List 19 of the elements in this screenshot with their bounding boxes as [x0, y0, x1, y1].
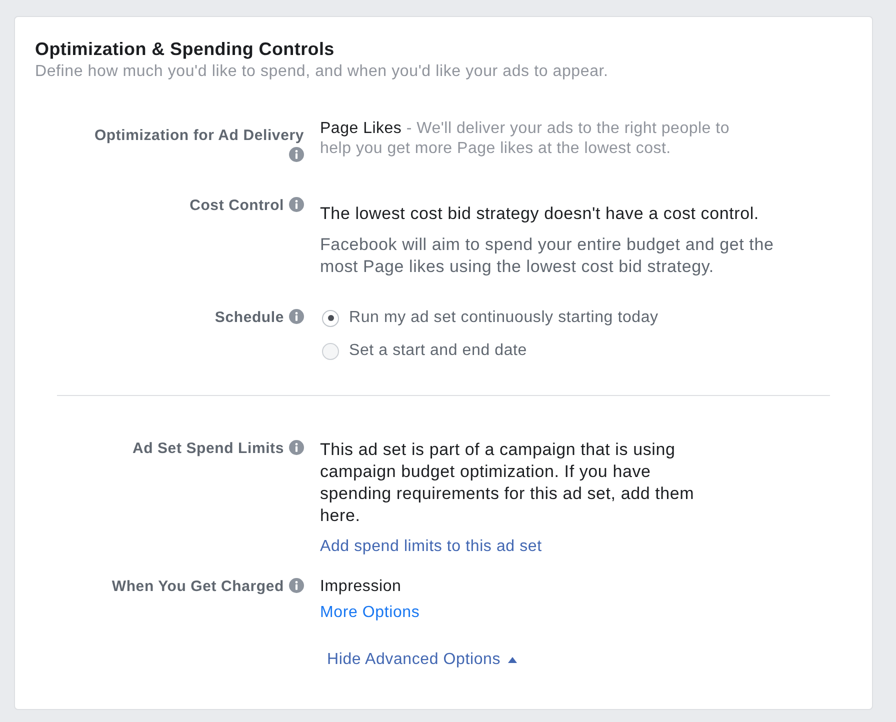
text-link[interactable]: Add spend limits to this ad set [320, 537, 542, 557]
field-label: Cost Control [190, 197, 284, 214]
field-label: Optimization for Ad Delivery [94, 127, 304, 144]
description-text: This ad set is part of a campaign that is using campaign budget optimization. If you have spending requirements for this ad set, add them here. [320, 439, 696, 527]
statement-text: The lowest cost bid strategy doesn't have a cost control. [320, 203, 759, 225]
field-label: Schedule [214, 309, 284, 326]
value-text: Impression [320, 577, 402, 597]
panel-title: Optimization & Spending Controls [35, 38, 336, 60]
note-text: Facebook will aim to spend your entire budget and get the most Page likes using the lowest cost bid strategy. [320, 234, 775, 278]
radio-label: Run my ad set continuously starting today [349, 308, 658, 328]
advanced-options-toggle[interactable]: Hide Advanced Options [320, 646, 524, 674]
delivery-summary: Page Likes - We'll deliver your ads to the right people to help you get more Page likes at the lowest cost. [320, 119, 730, 159]
radio-button[interactable] [322, 310, 339, 326]
field-label: When You Get Charged [112, 578, 284, 595]
radio-button[interactable] [322, 342, 339, 360]
field-label: Ad Set Spend Limits [132, 440, 284, 457]
radio-label: Set a start and end date [349, 341, 527, 361]
panel-subtitle: Define how much you'd like to spend, and when you'd like your ads to appear. [35, 62, 610, 82]
options-link[interactable]: More Options [320, 603, 420, 623]
